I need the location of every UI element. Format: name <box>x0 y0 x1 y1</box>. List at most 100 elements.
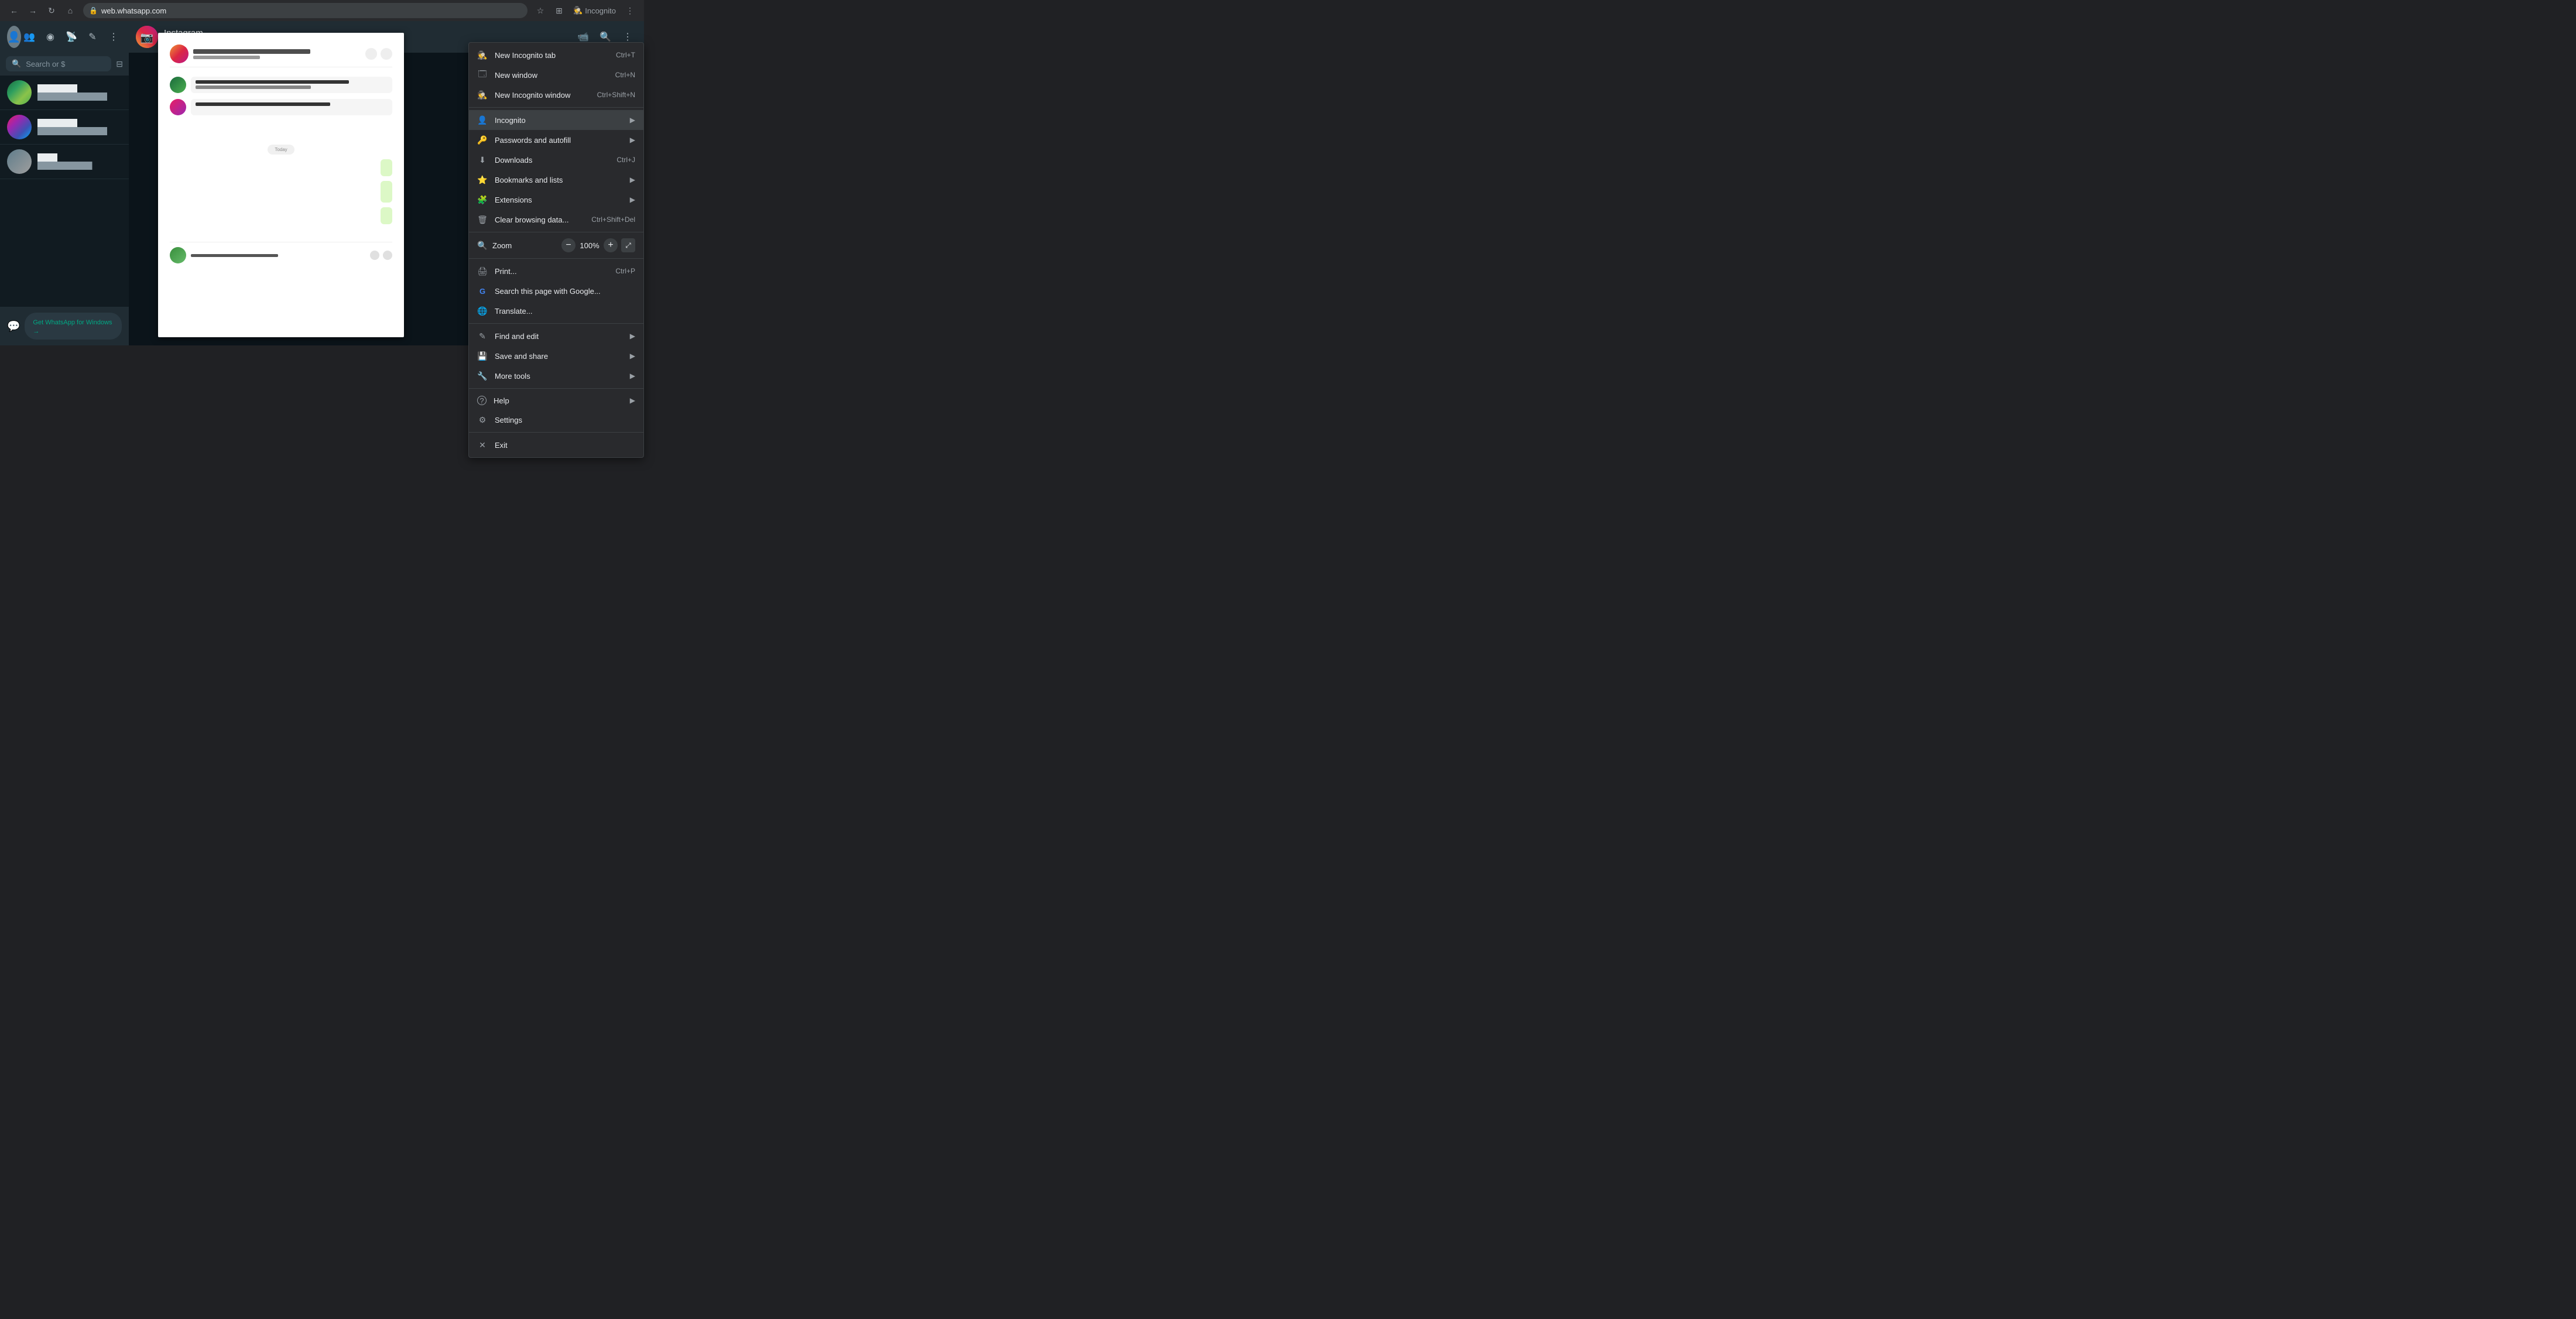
zoom-icon: 🔍 <box>477 241 488 251</box>
print-status-bar <box>193 56 260 59</box>
incognito-button[interactable]: 🕵 Incognito <box>570 5 619 16</box>
list-item[interactable]: ████████ ██████████████ <box>0 110 129 145</box>
menu-item-extensions[interactable]: 🧩 Extensions ▶ <box>469 190 643 210</box>
print-msg-out-3 <box>381 207 392 224</box>
menu-label-clear-browsing: Clear browsing data... <box>495 215 584 224</box>
menu-shortcut-new-incognito-tab: Ctrl+T <box>616 51 635 59</box>
print-chat-bubble-1 <box>191 77 392 93</box>
wa-communities-icon[interactable]: 👥 <box>21 29 37 45</box>
bookmarks-arrow: ▶ <box>630 176 635 184</box>
menu-item-print[interactable]: 🖨 Print... Ctrl+P <box>469 261 643 281</box>
wa-search-icon: 🔍 <box>12 59 21 68</box>
list-item[interactable]: ████ ███████████ <box>0 145 129 179</box>
print-icon-1 <box>365 48 377 60</box>
help-icon: ? <box>477 396 487 405</box>
print-b1-l2 <box>196 85 311 89</box>
menu-shortcut-new-incognito-window: Ctrl+Shift+N <box>597 91 635 99</box>
home-button[interactable]: ⌂ <box>62 2 78 19</box>
menu-shortcut-clear-browsing: Ctrl+Shift+Del <box>591 215 635 224</box>
menu-item-incognito[interactable]: 👤 Incognito ▶ <box>469 110 643 130</box>
zoom-value: 100% <box>579 241 600 250</box>
passwords-arrow: ▶ <box>630 136 635 144</box>
back-button[interactable]: ← <box>6 2 22 19</box>
menu-item-new-window[interactable]: 🗔 New window Ctrl+N <box>469 65 643 85</box>
menu-item-new-incognito-tab[interactable]: 🕵 New Incognito tab Ctrl+T <box>469 45 643 65</box>
reload-button[interactable]: ↻ <box>43 2 60 19</box>
menu-label-save-share: Save and share <box>495 352 623 361</box>
menu-shortcut-new-window: Ctrl+N <box>615 71 635 79</box>
menu-label-more-tools: More tools <box>495 372 623 381</box>
menu-button[interactable]: ⋮ <box>622 2 638 19</box>
settings-icon: ⚙ <box>477 414 488 425</box>
profile-button[interactable]: ⊞ <box>551 2 567 19</box>
wa-user-avatar[interactable]: 👤 <box>7 26 21 48</box>
menu-label-passwords: Passwords and autofill <box>495 136 623 145</box>
menu-item-clear-browsing[interactable]: 🗑 Clear browsing data... Ctrl+Shift+Del <box>469 210 643 229</box>
print-icon: 🖨 <box>477 266 488 276</box>
wa-filter-icon[interactable]: ⊟ <box>116 59 123 69</box>
menu-label-find-edit: Find and edit <box>495 332 623 341</box>
menu-item-bookmarks[interactable]: ⭐ Bookmarks and lists ▶ <box>469 170 643 190</box>
wa-chat-list: ████████ ██████████████ ████████ ███████… <box>0 76 129 307</box>
menu-item-translate[interactable]: 🌐 Translate... <box>469 301 643 321</box>
menu-item-search-google[interactable]: G Search this page with Google... <box>469 281 643 301</box>
print-chat-bubble-2 <box>191 99 392 115</box>
print-preview-content: Today <box>170 44 392 263</box>
print-chat-row-2 <box>170 99 392 115</box>
forward-button[interactable]: → <box>25 2 41 19</box>
main-area: 👤 👥 ◉ 📡 ✎ ⋮ 🔍 Search or $ ⊟ ████████ ███… <box>0 21 644 345</box>
print-bottom-icon-1 <box>370 251 379 260</box>
menu-item-downloads[interactable]: ⬇ Downloads Ctrl+J <box>469 150 643 170</box>
zoom-row: 🔍 Zoom − 100% + ⤢ <box>469 235 643 256</box>
menu-label-new-incognito-tab: New Incognito tab <box>495 51 609 60</box>
whatsapp-icon: 💬 <box>7 320 20 333</box>
menu-label-print: Print... <box>495 267 608 276</box>
wa-new-chat-icon[interactable]: ✎ <box>84 29 101 45</box>
save-share-icon: 💾 <box>477 351 488 361</box>
wa-search-inner[interactable]: 🔍 Search or $ <box>6 56 111 71</box>
bookmarks-icon: ⭐ <box>477 174 488 185</box>
print-bottom-avatar <box>170 247 186 263</box>
save-share-arrow: ▶ <box>630 352 635 360</box>
avatar <box>7 80 32 105</box>
print-bottom-text <box>191 254 365 257</box>
menu-item-more-tools[interactable]: 🔧 More tools ▶ <box>469 366 643 386</box>
zoom-in-button[interactable]: + <box>604 238 618 252</box>
menu-item-new-incognito-window[interactable]: 🕵 New Incognito window Ctrl+Shift+N <box>469 85 643 105</box>
wa-get-app[interactable]: Get WhatsApp for Windows → <box>25 313 122 340</box>
wa-channels-icon[interactable]: 📡 <box>63 29 80 45</box>
menu-label-search-google: Search this page with Google... <box>495 287 635 296</box>
extensions-arrow: ▶ <box>630 196 635 204</box>
menu-label-translate: Translate... <box>495 307 635 316</box>
new-window-icon: 🗔 <box>477 70 488 80</box>
menu-item-help[interactable]: ? Help ▶ <box>469 391 643 410</box>
menu-item-save-share[interactable]: 💾 Save and share ▶ <box>469 346 643 366</box>
print-header-row <box>170 44 392 67</box>
wa-search-placeholder: Search or $ <box>26 60 65 68</box>
zoom-controls: − 100% + ⤢ <box>561 238 635 252</box>
list-item[interactable]: ████████ ██████████████ <box>0 76 129 110</box>
print-b1-l1 <box>196 80 349 84</box>
url-text: web.whatsapp.com <box>101 6 166 15</box>
wa-header-icons: 👥 ◉ 📡 ✎ ⋮ <box>21 29 122 45</box>
print-header-info <box>193 49 361 59</box>
wa-menu-icon[interactable]: ⋮ <box>105 29 122 45</box>
fullscreen-button[interactable]: ⤢ <box>621 238 635 252</box>
chat-preview: ██████████████ <box>37 127 122 135</box>
menu-item-settings[interactable]: ⚙ Settings <box>469 410 643 430</box>
address-bar[interactable]: 🔒 web.whatsapp.com <box>83 3 527 18</box>
print-chat-avatar-2 <box>170 99 186 115</box>
lock-icon: 🔒 <box>89 6 98 15</box>
menu-item-passwords[interactable]: 🔑 Passwords and autofill ▶ <box>469 130 643 150</box>
chat-info: ████████ ██████████████ <box>37 119 122 135</box>
avatar <box>7 149 32 174</box>
print-name-bar <box>193 49 310 54</box>
menu-label-settings: Settings <box>495 416 635 424</box>
menu-item-find-edit[interactable]: ✎ Find and edit ▶ <box>469 326 643 346</box>
zoom-out-button[interactable]: − <box>561 238 576 252</box>
nav-buttons: ← → ↻ ⌂ <box>6 2 78 19</box>
menu-item-exit[interactable]: ✕ Exit <box>469 435 643 455</box>
wa-status-icon[interactable]: ◉ <box>42 29 59 45</box>
bookmark-button[interactable]: ☆ <box>532 2 549 19</box>
translate-icon: 🌐 <box>477 306 488 316</box>
